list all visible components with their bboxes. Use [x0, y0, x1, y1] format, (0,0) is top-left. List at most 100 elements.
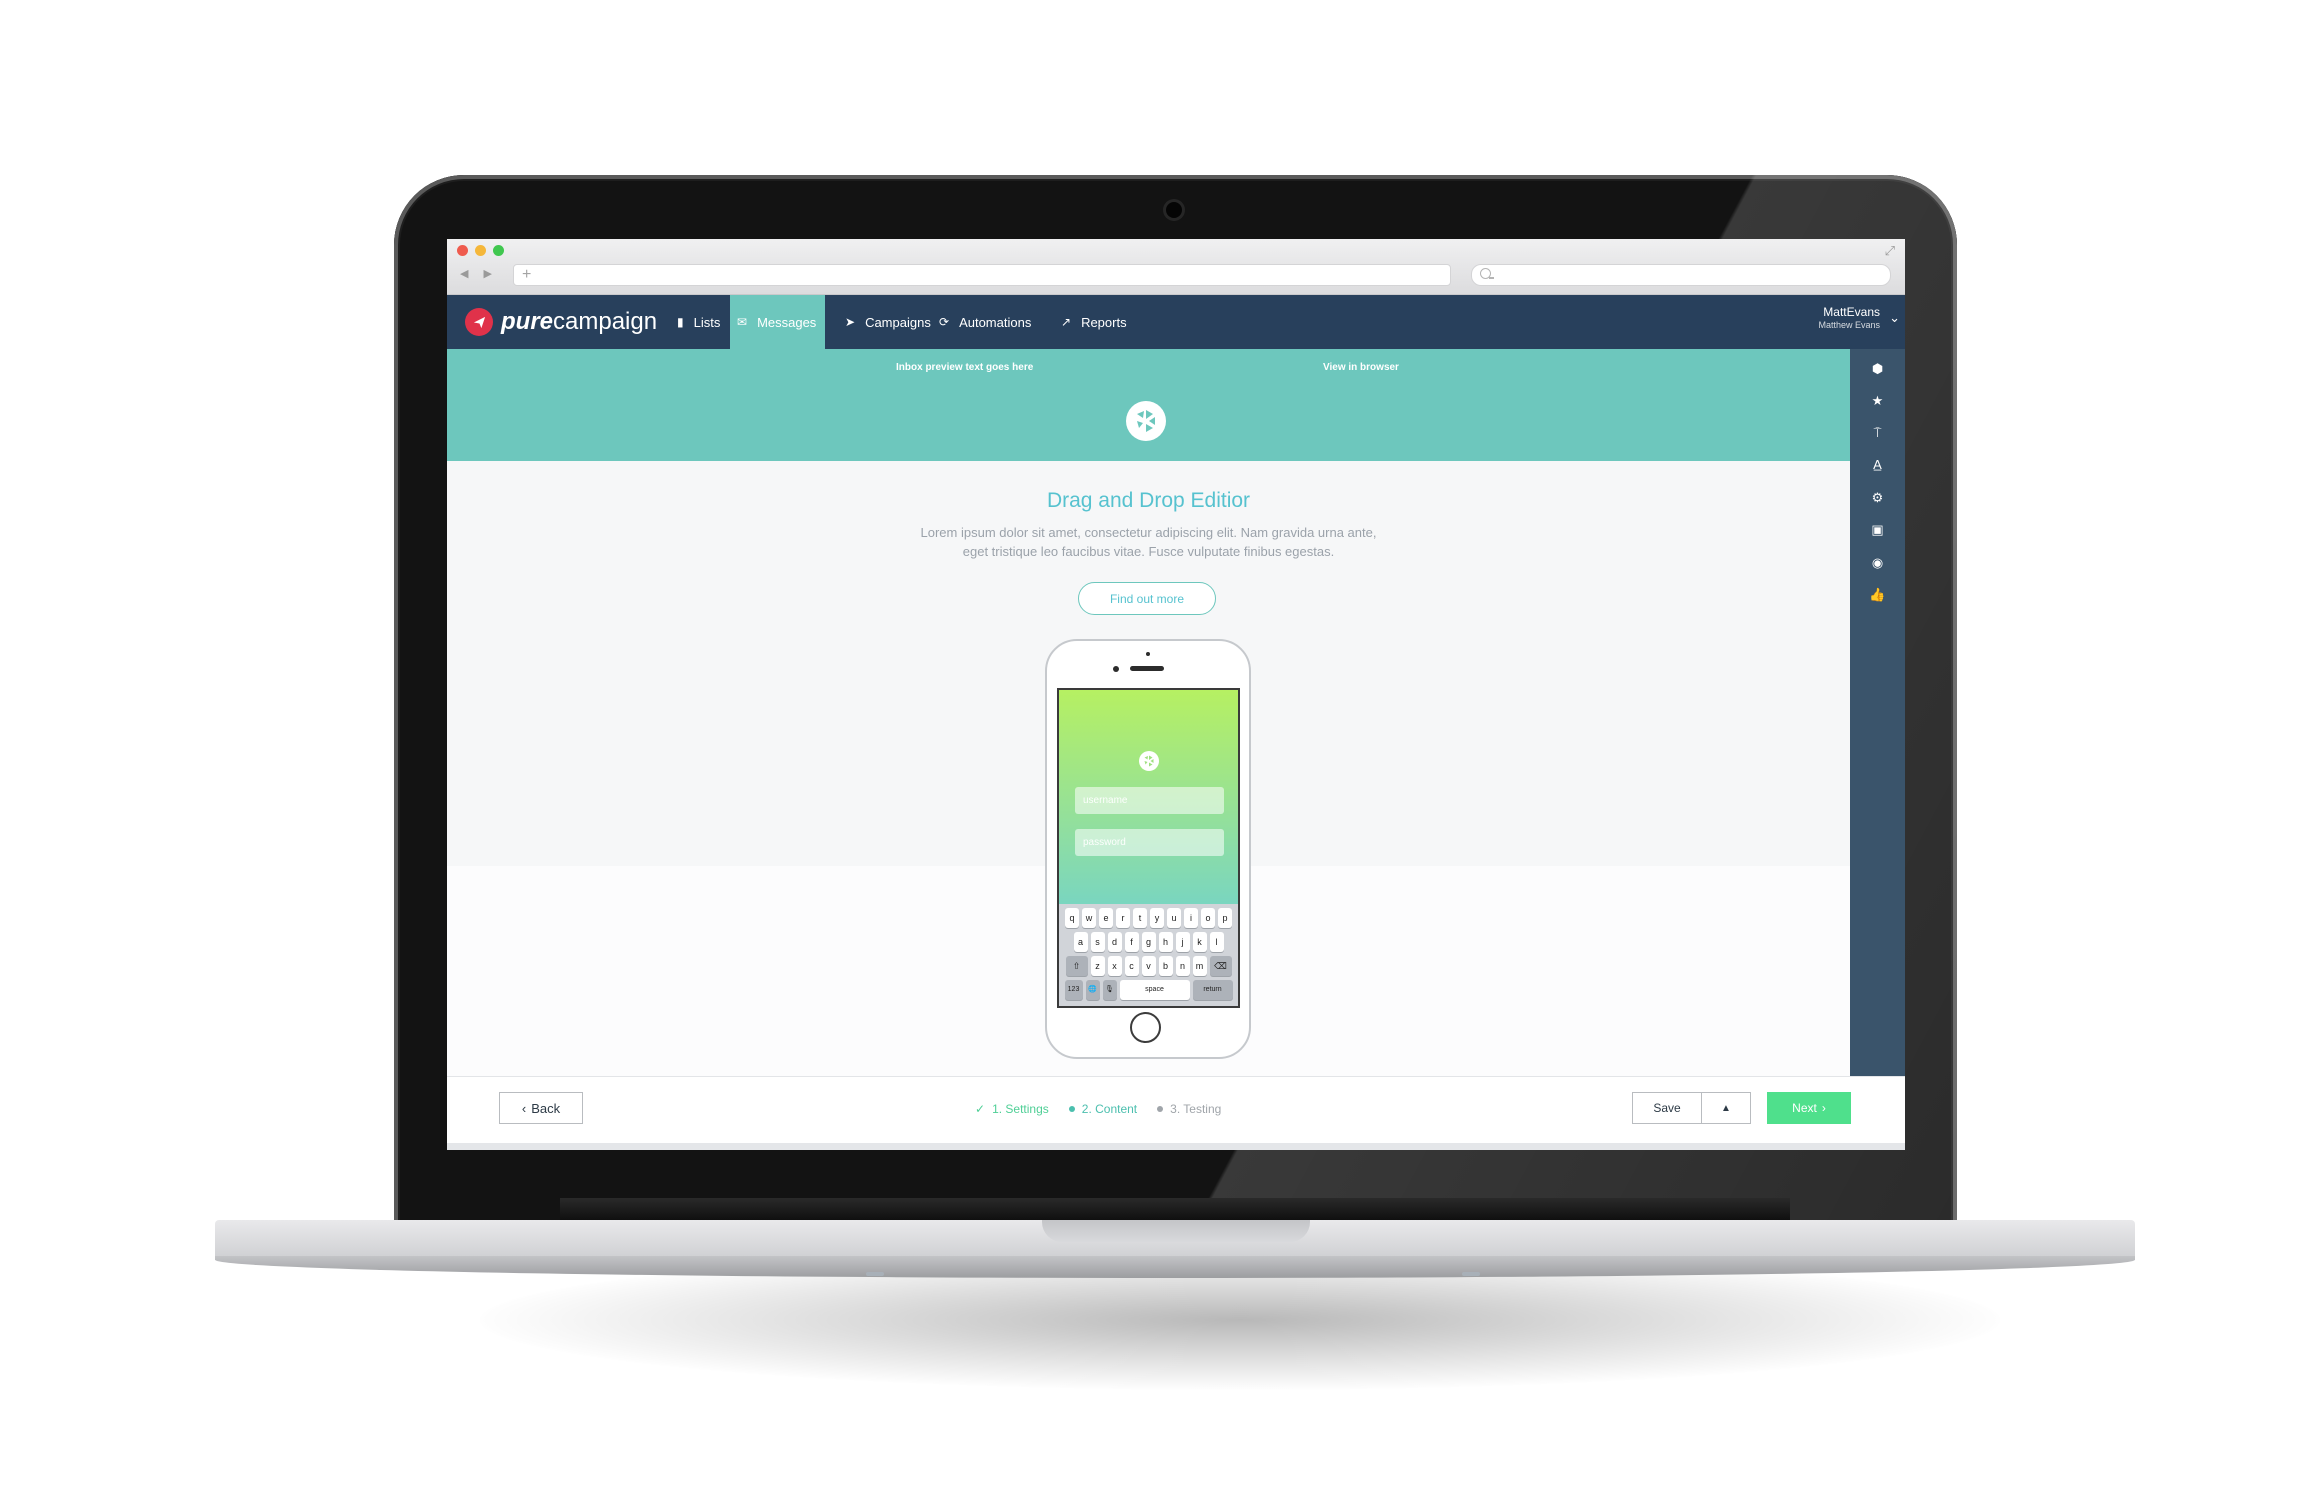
fullscreen-icon[interactable]: ⤢ [1885, 243, 1895, 259]
top-navbar: pure campaign ▮ Lists ✉ Messages ➤ Campa… [447, 295, 1905, 349]
phone-keyboard: qwertyuiop asdfghjkl ⇧ zxcvbnm ⌫ 123 🌐 🎙… [1059, 904, 1238, 1006]
view-in-browser-link[interactable]: View in browser [1323, 362, 1399, 373]
next-button[interactable]: Next › [1767, 1092, 1851, 1124]
email-body-copy[interactable]: Lorem ipsum dolor sit amet, consectetur … [887, 523, 1410, 561]
key-u: u [1167, 908, 1181, 928]
keyboard-row: asdfghjkl [1059, 932, 1238, 952]
backspace-key: ⌫ [1209, 956, 1232, 976]
keyboard-row: 123 🌐 🎙 space return [1059, 980, 1238, 1000]
key-r: r [1116, 908, 1130, 928]
cube-icon[interactable]: ⬢ [1850, 361, 1905, 377]
key-h: h [1158, 932, 1173, 952]
webcam [1166, 202, 1182, 218]
refresh-icon: ⟳ [939, 315, 950, 329]
key-s: s [1090, 932, 1105, 952]
email-headline[interactable]: Drag and Drop Editior [447, 489, 1850, 513]
new-tab-icon[interactable]: + [522, 265, 531, 285]
browser-nav-arrows[interactable]: ◀ ▶ [460, 267, 498, 280]
phone-password-field: password [1075, 829, 1224, 856]
numbers-key: 123 [1064, 980, 1083, 1000]
editor-tool-sidebar: ⬢ ★ ⍑ A̲ ⚙ ▣ ◉ 👍 [1850, 349, 1905, 1076]
caret-up-icon: ▲ [1721, 1102, 1731, 1114]
paper-plane-icon: ➤ [845, 315, 856, 329]
phone-mockup-image[interactable]: username password qwertyuiop asdfghjkl ⇧… [1045, 639, 1251, 1059]
paint-roller-icon[interactable]: ⍑ [1850, 425, 1905, 441]
close-window-icon[interactable] [457, 245, 468, 256]
key-z: z [1090, 956, 1105, 976]
nav-automations[interactable]: ⟳ Automations [937, 295, 1041, 349]
aperture-logo-icon [1126, 401, 1166, 441]
search-icon [1480, 268, 1494, 279]
key-p: p [1218, 908, 1232, 928]
thumbs-up-icon[interactable]: 👍 [1850, 587, 1905, 603]
url-bar[interactable]: + [513, 264, 1451, 286]
space-key: space [1119, 980, 1190, 1000]
key-k: k [1192, 932, 1207, 952]
nav-reports[interactable]: ↗ Reports [1061, 295, 1137, 349]
save-button[interactable]: Save [1632, 1092, 1702, 1124]
pending-step-dot [1157, 1106, 1164, 1112]
email-canvas: Inbox preview text goes here View in bro… [447, 349, 1850, 1076]
laptop-notch [1042, 1220, 1310, 1242]
step-testing[interactable]: 3. Testing [1157, 1102, 1221, 1116]
trend-line-icon: ↗ [1061, 315, 1072, 329]
step-content[interactable]: 2. Content [1068, 1102, 1137, 1116]
browser-search-bar[interactable] [1471, 264, 1891, 286]
laptop-foot [866, 1272, 884, 1276]
key-q: q [1065, 908, 1079, 928]
globe-icon: 🌐 [1085, 980, 1100, 1000]
user-menu[interactable]: MattEvans Matthew Evans ⌄ [1818, 305, 1900, 330]
nav-messages[interactable]: ✉ Messages [730, 295, 826, 349]
save-options-dropdown[interactable]: ▲ [1701, 1092, 1751, 1124]
key-n: n [1175, 956, 1190, 976]
logo-plane-icon [465, 308, 493, 336]
phone-screen: username password qwertyuiop asdfghjkl ⇧… [1057, 688, 1240, 1008]
key-b: b [1158, 956, 1173, 976]
wizard-steps: ✓ 1. Settings 2. Content 3. Testing [975, 1102, 1241, 1116]
key-f: f [1124, 932, 1139, 952]
laptop-base-lip [215, 1256, 2135, 1278]
step-settings[interactable]: ✓ 1. Settings [975, 1102, 1049, 1116]
email-header-banner[interactable]: Inbox preview text goes here View in bro… [447, 349, 1850, 461]
back-button[interactable]: ‹ Back [499, 1092, 583, 1124]
eye-icon[interactable]: ◉ [1850, 555, 1905, 571]
laptop-foot [1462, 1272, 1480, 1276]
key-x: x [1107, 956, 1122, 976]
gear-icon[interactable]: ⚙ [1850, 490, 1905, 506]
star-icon[interactable]: ★ [1850, 393, 1905, 409]
username: MattEvans [1823, 305, 1880, 319]
purecampaign-logo[interactable]: pure campaign [465, 306, 657, 338]
laptop-screen: ⤢ ◀ ▶ + pure campaign ▮ Lists ✉ Messages… [447, 239, 1905, 1150]
microphone-icon: 🎙 [1102, 980, 1117, 1000]
key-g: g [1141, 932, 1156, 952]
key-i: i [1184, 908, 1198, 928]
user-full-name: Matthew Evans [1818, 320, 1880, 330]
key-o: o [1201, 908, 1215, 928]
phone-username-field: username [1075, 787, 1224, 814]
browser-chrome: ⤢ ◀ ▶ + [447, 239, 1905, 295]
key-v: v [1141, 956, 1156, 976]
book-icon: ▮ [677, 315, 684, 329]
nav-lists[interactable]: ▮ Lists [667, 295, 730, 349]
find-out-more-button[interactable]: Find out more [1078, 582, 1216, 615]
nav-campaigns[interactable]: ➤ Campaigns [836, 295, 941, 349]
envelope-icon: ✉ [737, 315, 748, 329]
key-j: j [1175, 932, 1190, 952]
chevron-down-icon: ⌄ [1889, 310, 1900, 325]
text-format-icon[interactable]: A̲ [1850, 457, 1905, 472]
inbox-preview-text[interactable]: Inbox preview text goes here [896, 362, 1033, 373]
chevron-left-icon: ‹ [521, 1100, 527, 1116]
phone-proximity-sensor [1146, 652, 1150, 656]
key-m: m [1192, 956, 1207, 976]
key-d: d [1107, 932, 1122, 952]
zoom-window-icon[interactable] [493, 245, 504, 256]
return-key: return [1192, 980, 1233, 1000]
image-icon[interactable]: ▣ [1850, 522, 1905, 538]
minimize-window-icon[interactable] [475, 245, 486, 256]
keyboard-row: ⇧ zxcvbnm ⌫ [1059, 956, 1238, 976]
shift-key: ⇧ [1065, 956, 1088, 976]
key-t: t [1133, 908, 1147, 928]
keyboard-row: qwertyuiop [1059, 908, 1238, 928]
key-a: a [1073, 932, 1088, 952]
phone-camera [1113, 666, 1119, 672]
